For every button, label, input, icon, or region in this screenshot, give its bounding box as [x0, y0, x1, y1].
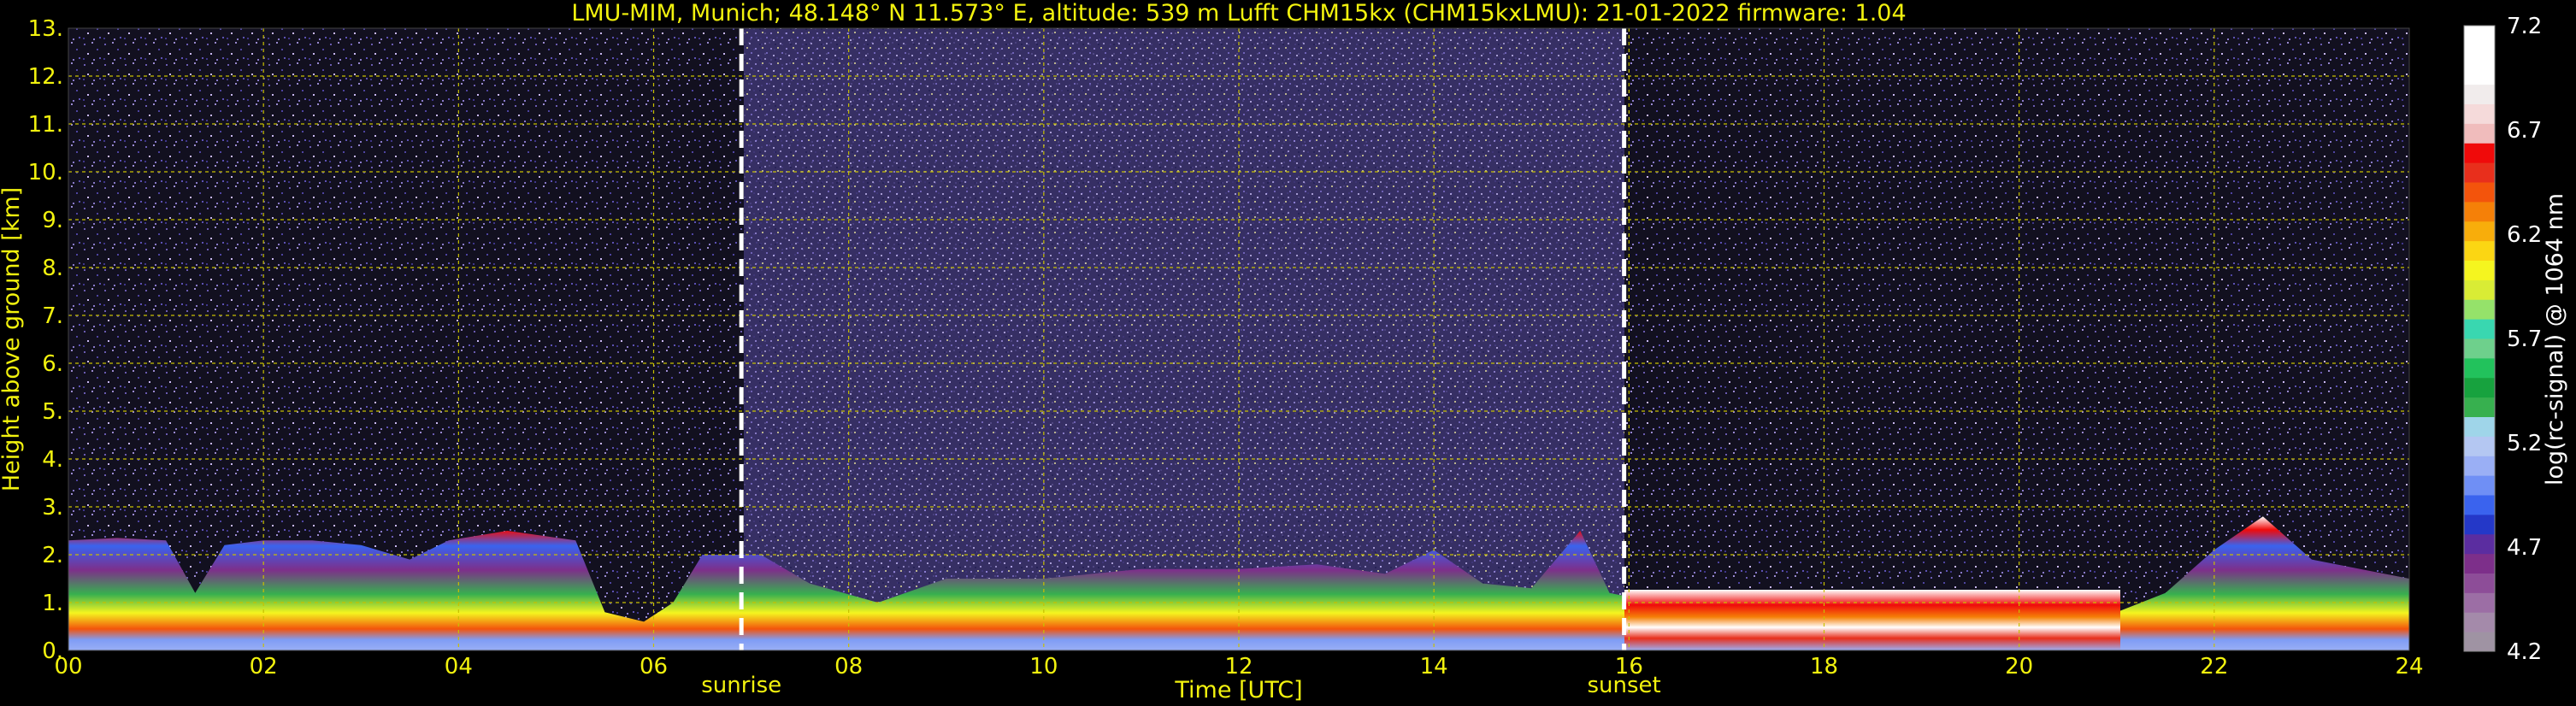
- colorbar-segment: [2464, 612, 2495, 632]
- colorbar-segment: [2464, 162, 2495, 183]
- colorbar-segment: [2464, 143, 2495, 163]
- y-tick-label: 12.: [28, 64, 63, 90]
- x-tick-label: 12: [1224, 654, 1253, 680]
- y-tick-label: 9.: [42, 208, 63, 233]
- daytime-noise-region: [744, 28, 1624, 650]
- colorbar-segment: [2464, 240, 2495, 261]
- y-tick-label: 13.: [28, 16, 63, 42]
- colorbar-segment: [2464, 123, 2495, 144]
- colorbar-segment: [2464, 201, 2495, 222]
- colorbar-tick-label: 6.7: [2507, 118, 2542, 144]
- colorbar-tick-label: 6.2: [2507, 222, 2542, 248]
- colorbar-segment: [2464, 299, 2495, 320]
- ceilometer-figure: LMU-MIM, Munich; 48.148° N 11.573° E, al…: [0, 0, 2568, 703]
- x-tick-label: 08: [834, 654, 863, 680]
- y-tick-label: 10.: [28, 160, 63, 185]
- colorbar-segment: [2464, 436, 2495, 456]
- y-axis-label: Height above ground [km]: [0, 187, 25, 491]
- y-tick-labels: 0. 1. 2. 3. 4. 5. 6. 7. 8. 9. 10. 11. 12. 13.: [28, 16, 63, 664]
- colorbar-segment: [2464, 416, 2495, 437]
- x-tick-label: 14: [1420, 654, 1448, 680]
- colorbar-tick-label: 7.2: [2507, 14, 2542, 39]
- evening-layer-signal: [1624, 590, 2120, 650]
- colorbar-segment: [2464, 357, 2495, 379]
- colorbar-tick-label: 4.7: [2507, 535, 2542, 561]
- colorbar-segment: [2464, 221, 2495, 242]
- colorbar-tick-label: 5.7: [2507, 327, 2542, 352]
- x-tick-label: 22: [2200, 654, 2228, 680]
- chart-title: LMU-MIM, Munich; 48.148° N 11.573° E, al…: [571, 0, 1906, 26]
- colorbar-segment: [2464, 632, 2495, 652]
- colorbar-segment: [2464, 182, 2495, 203]
- x-tick-label: 10: [1029, 654, 1058, 680]
- x-tick-label: 18: [1810, 654, 1838, 680]
- y-tick-label: 6.: [42, 351, 63, 377]
- colorbar-segment: [2464, 592, 2495, 613]
- colorbar-tick-labels: 4.2 4.7 5.2 5.7 6.2 6.7 7.2: [2507, 14, 2542, 665]
- x-tick-label: 06: [640, 654, 668, 680]
- colorbar-tick-label: 5.2: [2507, 431, 2542, 456]
- y-tick-label: 2.: [42, 543, 63, 568]
- x-axis-label: Time [UTC]: [1174, 677, 1302, 703]
- x-tick-label: 20: [2005, 654, 2033, 680]
- colorbar-segment: [2464, 553, 2495, 574]
- colorbar-segment: [2464, 319, 2495, 339]
- colorbar-segment: [2464, 338, 2495, 359]
- y-tick-label: 0.: [42, 638, 63, 664]
- x-tick-labels: 00 02 04 06 08 10 12 14 16 18 20 22 24: [54, 654, 2423, 680]
- y-tick-label: 4.: [42, 447, 63, 473]
- colorbar-segment: [2464, 44, 2495, 66]
- sun-marker-label: sunset: [1588, 673, 1661, 698]
- colorbar-segment: [2464, 26, 2495, 46]
- x-tick-label: 02: [250, 654, 278, 680]
- y-tick-label: 7.: [42, 303, 63, 329]
- colorbar-segment: [2464, 533, 2495, 555]
- colorbar-segment: [2464, 397, 2495, 417]
- y-tick-label: 5.: [42, 399, 63, 425]
- colorbar-tick-label: 4.2: [2507, 639, 2542, 665]
- y-tick-label: 8.: [42, 256, 63, 281]
- x-tick-label: 04: [445, 654, 473, 680]
- colorbar-segment: [2464, 573, 2495, 593]
- y-tick-label: 11.: [28, 112, 63, 138]
- colorbar-segment: [2464, 377, 2495, 398]
- colorbar: [2463, 25, 2496, 652]
- colorbar-segment: [2464, 514, 2495, 535]
- colorbar-segment: [2464, 456, 2495, 476]
- colorbar-label: log(rc-signal) @ 1064 nm: [2542, 193, 2568, 485]
- colorbar-segment: [2464, 103, 2495, 124]
- colorbar-segment: [2464, 279, 2495, 300]
- colorbar-segment: [2464, 260, 2495, 280]
- plot-area: [68, 28, 2409, 650]
- x-tick-label: 24: [2395, 654, 2423, 680]
- colorbar-segment: [2464, 475, 2495, 496]
- sun-marker-label: sunrise: [701, 673, 781, 698]
- colorbar-segment: [2464, 495, 2495, 515]
- colorbar-segment: [2464, 84, 2495, 104]
- y-tick-label: 1.: [42, 591, 63, 616]
- y-tick-label: 3.: [42, 495, 63, 521]
- colorbar-segment: [2464, 64, 2495, 85]
